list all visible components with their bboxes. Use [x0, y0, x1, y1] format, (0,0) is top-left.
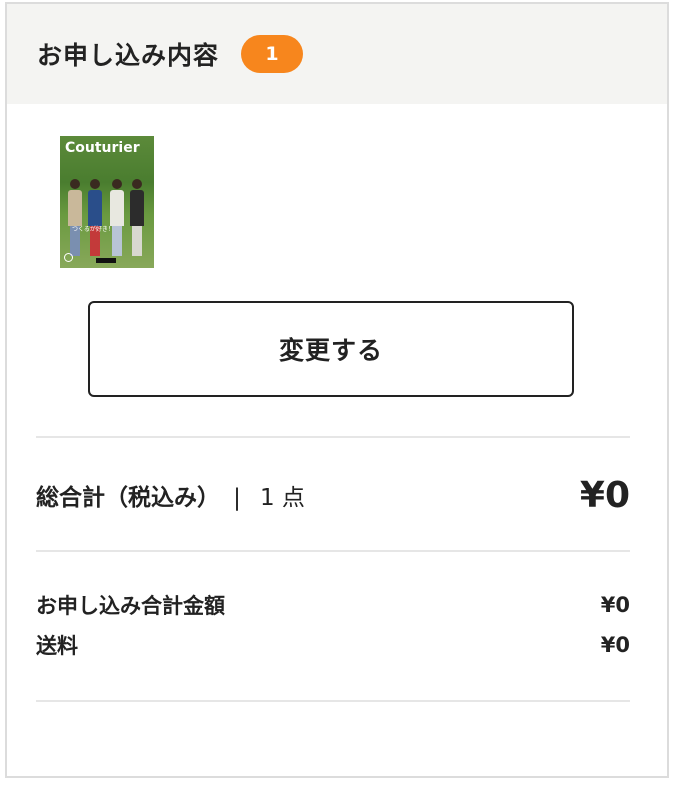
grand-total-value: ¥0: [579, 474, 630, 516]
subtotal-value: ¥0: [600, 593, 630, 617]
grand-total-separator: |: [233, 485, 241, 511]
subtotal-label: お申し込み合計金額: [36, 594, 225, 618]
cover-caption: つくるが好き！: [72, 226, 114, 233]
order-summary-header: お申し込み内容 1: [7, 4, 667, 104]
grand-total-label: 総合計（税込み）: [36, 485, 220, 511]
cover-title: Couturier: [65, 140, 140, 156]
grand-total-label-group: 総合計（税込み） | 1 点: [36, 478, 305, 512]
publisher-logo-icon: [64, 253, 73, 262]
cover-person: [68, 179, 82, 256]
cover-person: [130, 179, 144, 256]
change-button[interactable]: 変更する: [88, 301, 574, 397]
divider: [36, 436, 630, 438]
cover-barcode: [96, 258, 116, 263]
grand-total-row: 総合計（税込み） | 1 点 ¥0: [36, 470, 630, 520]
subtotal-row: お申し込み合計金額 ¥0: [36, 590, 630, 620]
product-thumbnail: Couturier つくるが好き！: [60, 136, 154, 268]
item-count-badge: 1: [241, 35, 304, 73]
shipping-value: ¥0: [600, 633, 630, 657]
grand-total-count: 1 点: [259, 485, 305, 511]
divider: [36, 550, 630, 552]
cover-person: [110, 179, 124, 256]
shipping-row: 送料 ¥0: [36, 630, 630, 660]
shipping-label: 送料: [36, 634, 78, 658]
divider: [36, 700, 630, 702]
magazine-cover-image: Couturier つくるが好き！: [60, 136, 154, 268]
order-summary-title: お申し込み内容: [37, 41, 220, 70]
cover-person: [88, 179, 102, 256]
